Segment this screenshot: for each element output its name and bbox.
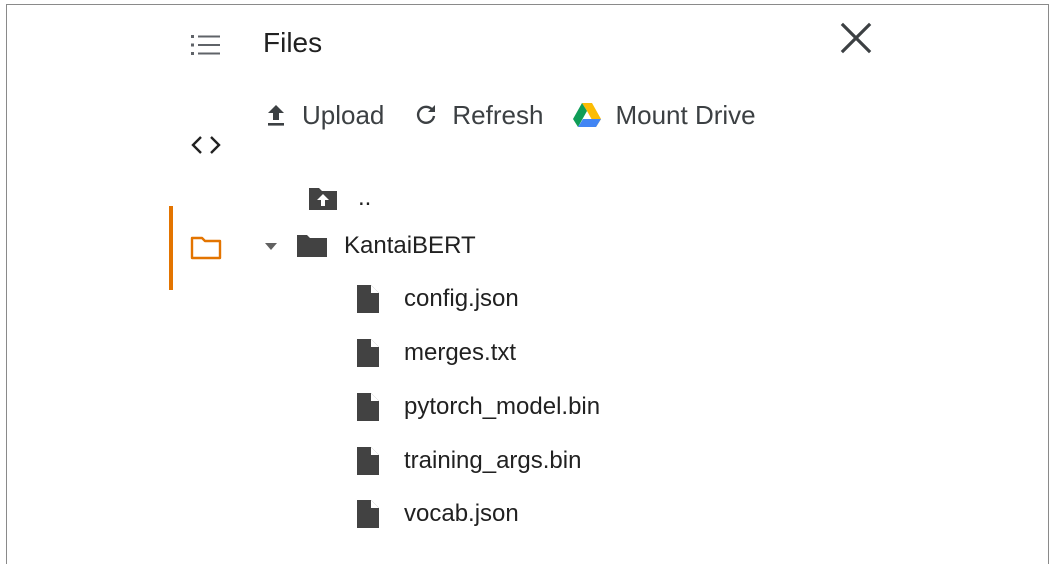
folder-icon [297,235,327,257]
file-row[interactable]: vocab.json [356,494,519,534]
file-label: training_args.bin [404,447,582,474]
parent-directory-label: .. [358,184,372,211]
refresh-button[interactable]: Refresh [412,100,543,130]
close-icon [840,22,872,54]
code-snippets-icon[interactable] [186,130,226,160]
file-icon [357,339,379,367]
file-row[interactable]: merges.txt [356,333,516,373]
parent-directory-row[interactable]: .. [308,178,371,218]
mount-drive-label: Mount Drive [615,100,756,130]
folder-label: KantaiBERT [344,232,476,259]
file-row[interactable]: training_args.bin [356,441,581,481]
active-indicator [169,206,173,290]
upload-icon [268,105,284,126]
upload-label: Upload [302,100,385,130]
refresh-icon [417,105,436,124]
file-icon [357,285,379,313]
close-button[interactable] [838,20,874,56]
table-of-contents-icon[interactable] [186,28,226,62]
file-label: vocab.json [404,500,519,527]
google-drive-icon [573,103,602,127]
file-row[interactable]: config.json [356,279,519,319]
refresh-label: Refresh [452,100,544,130]
file-icon [357,500,379,528]
expand-caret-icon[interactable] [262,241,280,251]
folder-row-kantaibert[interactable]: KantaiBERT [262,226,476,266]
files-toolbar: Upload Refresh Mount Drive [262,93,784,137]
file-label: pytorch_model.bin [404,393,601,420]
file-label: config.json [404,285,519,312]
panel-title: Files [263,27,323,58]
folder-up-icon [309,188,337,210]
upload-button[interactable]: Upload [262,100,384,130]
file-label: merges.txt [404,339,517,366]
mount-drive-button[interactable]: Mount Drive [571,100,756,130]
file-icon [357,447,379,475]
file-row[interactable]: pytorch_model.bin [356,387,600,427]
folder-icon[interactable] [186,230,226,264]
file-icon [357,393,379,421]
